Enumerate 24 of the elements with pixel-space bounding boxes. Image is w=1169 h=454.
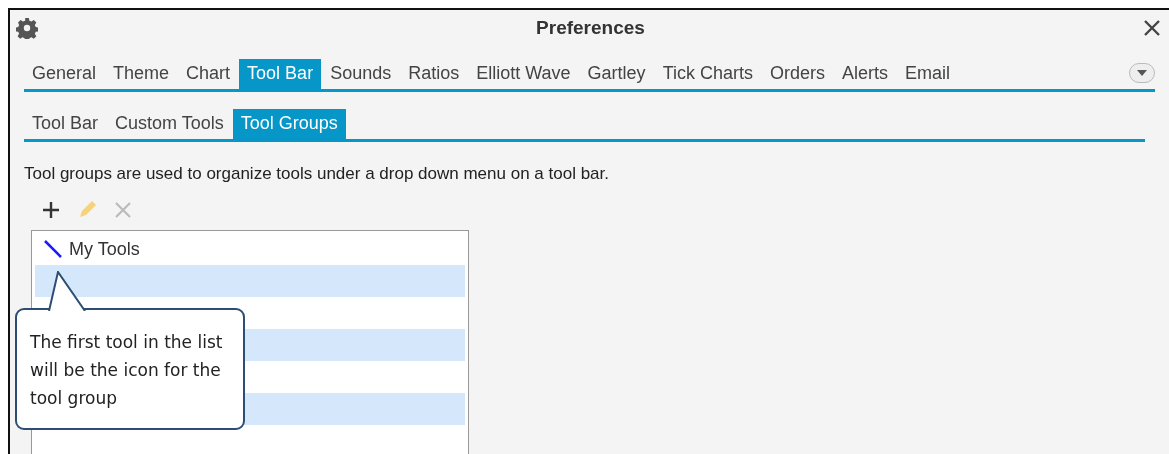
tab[interactable]: Email [897,59,958,89]
list-item[interactable]: My Tools [35,233,465,265]
tab[interactable]: Tool Bar [24,109,107,139]
window-title: Preferences [535,17,646,39]
callout-text: The first tool in the list will be the icon for the tool group [15,308,245,430]
settings-icon[interactable] [16,17,38,39]
tab[interactable]: Orders [761,59,833,89]
line-icon [43,239,63,259]
tab[interactable]: General [24,59,105,89]
callout-pointer [48,271,86,311]
tab[interactable]: Chart [178,59,239,89]
tab[interactable]: Ratios [400,59,468,89]
caret-icon [1136,69,1148,77]
tab[interactable]: Gartley [579,59,654,89]
add-button[interactable] [40,199,62,221]
tab[interactable]: Alerts [834,59,896,89]
tab[interactable]: Tick Charts [654,59,761,89]
tab[interactable]: Theme [105,59,178,89]
tab[interactable]: Sounds [322,59,400,89]
dropdown-button[interactable] [1129,63,1155,83]
description-text: Tool groups are used to organize tools under a drop down menu on a tool bar. [24,164,610,184]
tab[interactable]: Elliott Wave [468,59,579,89]
tab[interactable]: Custom Tools [107,109,232,139]
close-icon[interactable] [1143,19,1161,37]
